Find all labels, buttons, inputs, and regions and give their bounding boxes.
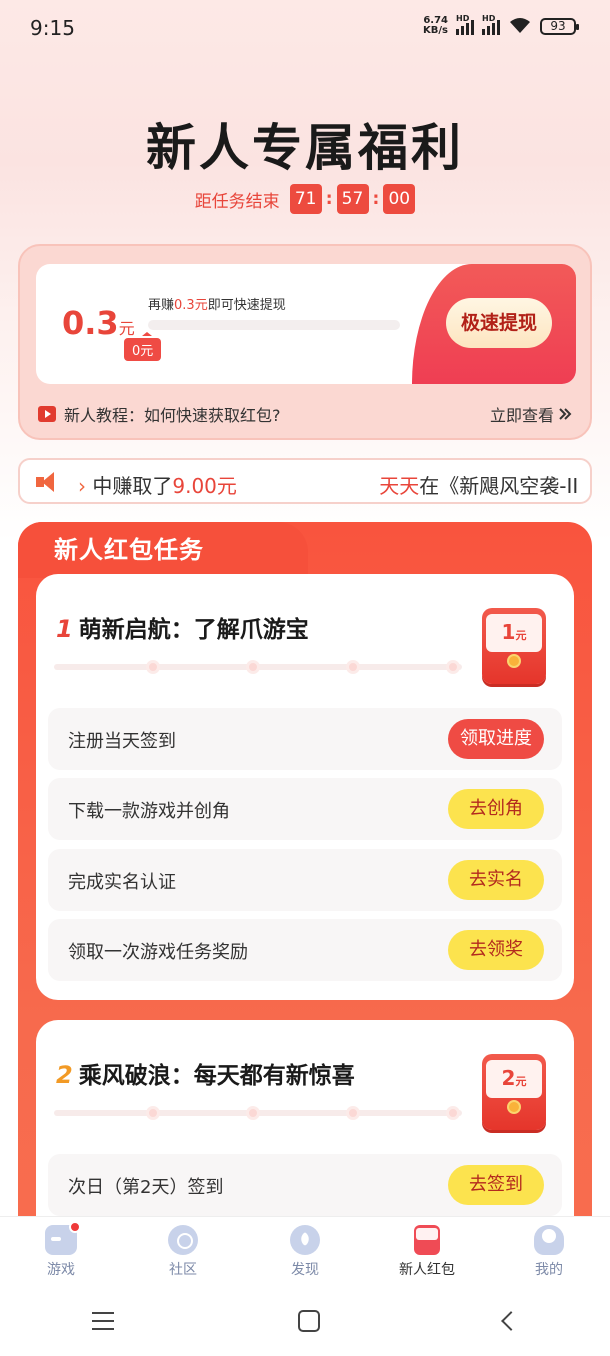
progress-dot <box>246 660 260 674</box>
community-icon <box>168 1225 198 1255</box>
nav-item-newbie-redpacket[interactable]: 新人红包 <box>366 1217 488 1286</box>
status-icons: 6.74 KB/s HD HD 93 <box>423 14 579 36</box>
compass-icon <box>290 1225 320 1255</box>
claim-progress-button[interactable]: 领取进度 <box>448 719 544 759</box>
red-envelope-icon: 1元 <box>482 608 546 684</box>
coin-icon <box>507 1100 521 1114</box>
withdraw-hint: 再赚0.3元即可快速提现 <box>148 298 286 313</box>
signal-icon-2: HD <box>482 14 500 35</box>
network-speed: 6.74 KB/s <box>423 15 448 36</box>
countdown-separator: : <box>372 189 380 209</box>
progress-current-tag: 0元 <box>124 332 162 361</box>
stage-title: 2 乘风破浪：每天都有新惊喜 <box>56 1061 355 1089</box>
wallet-card: 0.3元 再赚0.3元即可快速提现 0元 极速提现 新人教程：如何快速获取红包?… <box>18 244 592 440</box>
verify-name-button[interactable]: 去实名 <box>448 860 544 900</box>
status-time: 9:15 <box>30 16 75 40</box>
sign-in-button[interactable]: 去签到 <box>448 1165 544 1205</box>
progress-dot <box>346 660 360 674</box>
progress-dot <box>446 1106 460 1120</box>
page-title: 新人专属福利 <box>146 119 464 177</box>
task-row: 次日（第2天）签到 去签到 <box>48 1154 562 1216</box>
nav-item-community[interactable]: 社区 <box>122 1217 244 1286</box>
system-nav-bar <box>0 1286 610 1356</box>
nav-item-games[interactable]: 游戏 <box>0 1217 122 1286</box>
wifi-icon <box>510 18 530 33</box>
double-chevron-right-icon <box>559 408 572 420</box>
recent-apps-icon[interactable] <box>92 1312 114 1330</box>
wallet-inner: 0.3元 再赚0.3元即可快速提现 0元 极速提现 <box>36 264 576 384</box>
home-icon[interactable] <box>298 1310 320 1332</box>
stage-progress <box>54 1106 462 1120</box>
nav-item-discover[interactable]: 发现 <box>244 1217 366 1286</box>
tutorial-bar[interactable]: 新人教程：如何快速获取红包? 立即查看 <box>38 402 572 426</box>
bottom-nav: 游戏 社区 发现 新人红包 我的 <box>0 1216 610 1286</box>
task-label: 领取一次游戏任务奖励 <box>68 942 248 963</box>
claim-reward-button[interactable]: 去领奖 <box>448 930 544 970</box>
wallet-red-panel: 极速提现 <box>412 264 576 384</box>
progress-dot <box>446 660 460 674</box>
marquee-text: › 中赚取了9.00元 天天在《新飓风空袭-II <box>78 474 579 498</box>
task-row: 完成实名认证 去实名 <box>48 849 562 911</box>
gamepad-icon <box>45 1221 81 1255</box>
withdraw-progress-bar <box>148 320 400 330</box>
signal-icon: HD <box>456 14 474 35</box>
view-now-link[interactable]: 立即查看 <box>490 402 572 426</box>
create-role-button[interactable]: 去创角 <box>448 789 544 829</box>
progress-dot <box>346 1106 360 1120</box>
stage-progress <box>54 660 462 674</box>
task-row: 领取一次游戏任务奖励 去领奖 <box>48 919 562 981</box>
task-label: 完成实名认证 <box>68 872 176 893</box>
countdown-hours: 71 <box>289 184 322 214</box>
video-play-icon <box>38 406 56 422</box>
tutorial-text: 新人教程：如何快速获取红包? <box>64 406 281 425</box>
wallet-amount: 0.3元 <box>62 304 135 342</box>
progress-dot <box>146 1106 160 1120</box>
earnings-marquee: › 中赚取了9.00元 天天在《新飓风空袭-II <box>18 458 592 504</box>
task-row: 下载一款游戏并创角 去创角 <box>48 778 562 840</box>
task-label: 次日（第2天）签到 <box>68 1177 224 1198</box>
red-envelope-icon <box>414 1225 440 1255</box>
countdown-separator: : <box>325 189 333 209</box>
notification-dot <box>69 1221 81 1233</box>
fast-withdraw-button[interactable]: 极速提现 <box>446 298 552 348</box>
task-label: 注册当天签到 <box>68 731 176 752</box>
nav-item-profile[interactable]: 我的 <box>488 1217 610 1286</box>
battery-icon: 93 <box>540 17 579 35</box>
status-bar: 9:15 6.74 KB/s HD HD 93 <box>0 0 610 56</box>
progress-dot <box>246 1106 260 1120</box>
coin-icon <box>507 654 521 668</box>
speaker-icon <box>36 471 60 493</box>
countdown-minutes: 57 <box>336 184 369 214</box>
stage-title: 1 萌新启航：了解爪游宝 <box>56 615 309 643</box>
tasks-section-title: 新人红包任务 <box>54 536 204 564</box>
progress-dot <box>146 660 160 674</box>
countdown: 距任务结束 71 : 57 : 00 <box>0 184 610 214</box>
stage-card-1: 1 萌新启航：了解爪游宝 1元 注册当天签到 领取进度 下载一款游戏并创角 去创角… <box>36 574 574 1000</box>
back-icon[interactable] <box>501 1311 521 1331</box>
countdown-label: 距任务结束 <box>194 191 280 212</box>
task-row: 注册当天签到 领取进度 <box>48 708 562 770</box>
profile-icon <box>534 1225 564 1255</box>
countdown-seconds: 00 <box>383 184 416 214</box>
red-envelope-icon: 2元 <box>482 1054 546 1130</box>
task-label: 下载一款游戏并创角 <box>68 801 230 822</box>
